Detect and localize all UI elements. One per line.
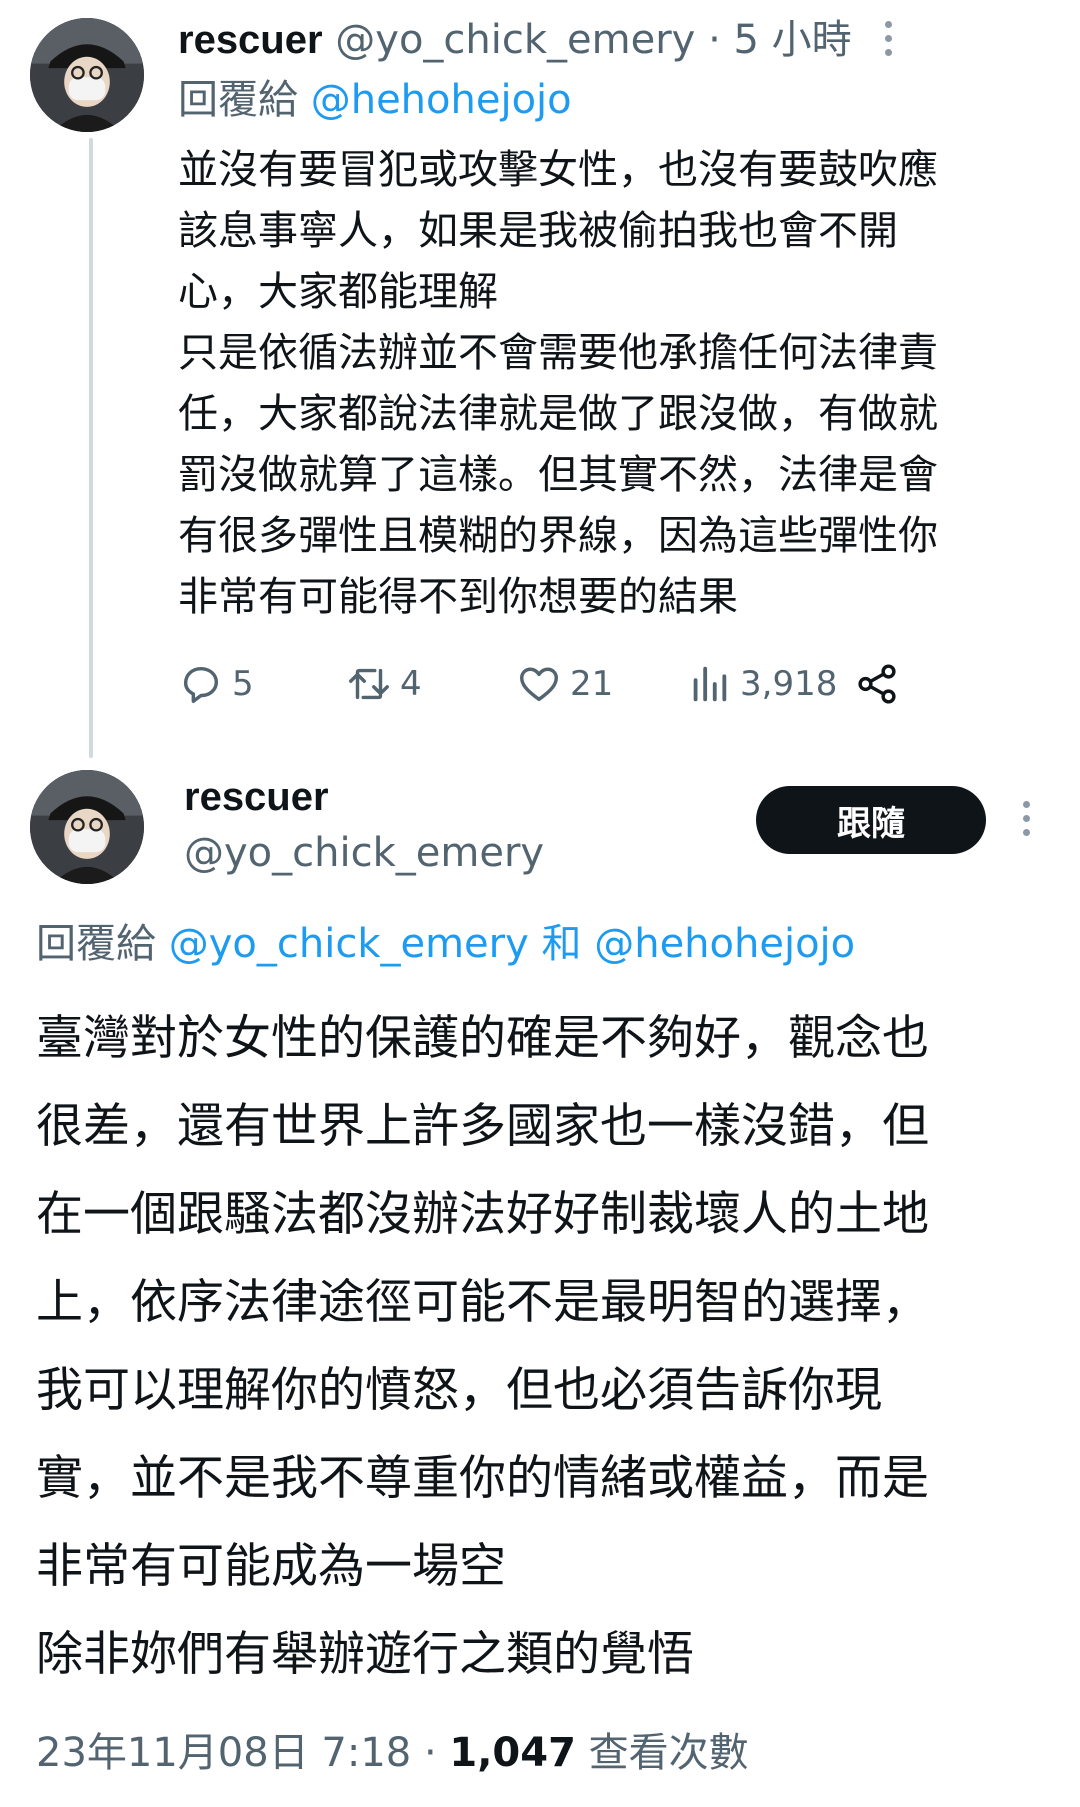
like-button[interactable]: 21	[516, 656, 613, 712]
avatar[interactable]	[30, 770, 144, 884]
view-count: 1,047	[449, 1730, 576, 1776]
text-line: 臺灣對於女性的保護的確是不夠好，觀念也	[36, 1011, 929, 1066]
follow-button[interactable]: 跟隨	[756, 786, 986, 854]
views-icon	[693, 666, 727, 702]
text-line: 只是依循法辦並不會需要他承擔任何法律責	[178, 330, 938, 376]
views-button[interactable]: 3,918	[686, 656, 837, 712]
reply-mention[interactable]: @yo_chick_emery	[169, 921, 529, 967]
avatar-image	[30, 18, 144, 132]
more-icon[interactable]	[1006, 788, 1046, 848]
share-button[interactable]	[854, 656, 900, 712]
reply-count: 5	[232, 664, 254, 704]
avatar-image	[30, 770, 144, 884]
tweet-text: 並沒有要冒犯或攻擊女性，也沒有要鼓吹應 該息事寧人，如果是我被偷拍我也會不開 心…	[178, 140, 1038, 628]
text-line: 實，並不是我不尊重你的情緒或權益，而是	[36, 1451, 929, 1506]
text-line: 心，大家都能理解	[178, 269, 498, 315]
like-icon	[520, 667, 558, 702]
text-line: 我可以理解你的憤怒，但也必須告訴你現	[36, 1363, 882, 1418]
more-icon[interactable]	[868, 8, 908, 68]
display-name[interactable]: rescuer	[178, 18, 323, 62]
text-line: 非常有可能得不到你想要的結果	[178, 574, 738, 620]
tweet-metadata: 23年11月08日 7:18 · 1,047 查看次數	[36, 1725, 749, 1781]
tweet-header: rescuer @yo_chick_emery · 5 小時	[178, 12, 852, 68]
tweet-timestamp[interactable]: 23年11月08日 7:18	[36, 1730, 411, 1776]
reply-prefix: 回覆給	[178, 77, 298, 123]
retweet-icon	[349, 668, 389, 700]
view-label: 查看次數	[588, 1730, 749, 1776]
like-count: 21	[570, 664, 614, 704]
avatar[interactable]	[30, 18, 144, 132]
reply-context: 回覆給 @hehohejojo	[178, 72, 572, 128]
text-line: 該息事寧人，如果是我被偷拍我也會不開	[178, 208, 898, 254]
thread-connector-line	[89, 138, 93, 758]
text-line: 罰沒做就算了這樣。但其實不然，法律是會	[178, 452, 938, 498]
text-line: 有很多彈性且模糊的界線，因為這些彈性你	[178, 513, 938, 559]
reply-icon	[183, 666, 219, 703]
display-name[interactable]: rescuer	[184, 775, 329, 819]
tweet-time[interactable]: 5 小時	[734, 17, 852, 63]
reply-conjunction: 和	[541, 921, 582, 967]
tweet-text: 臺灣對於女性的保護的確是不夠好，觀念也 很差，還有世界上許多國家也一樣沒錯，但 …	[36, 995, 1056, 1699]
tweet-actions: 5 4 21 3,918	[178, 656, 1028, 712]
retweet-button[interactable]: 4	[346, 656, 422, 712]
reply-context: 回覆給 @yo_chick_emery 和 @hehohejojo	[36, 916, 855, 972]
reply-mention[interactable]: @hehohejojo	[311, 77, 572, 123]
text-line: 非常有可能成為一場空	[36, 1539, 506, 1594]
user-handle-row: @yo_chick_emery	[184, 826, 544, 880]
text-line: 除非妳們有舉辦遊行之類的覺悟	[36, 1627, 694, 1682]
share-icon	[858, 664, 896, 704]
separator-dot: ·	[423, 1730, 437, 1776]
text-line: 在一個跟騷法都沒辦法好好制裁壞人的土地	[36, 1187, 929, 1242]
text-line: 並沒有要冒犯或攻擊女性，也沒有要鼓吹應	[178, 147, 938, 193]
display-name-row: rescuer	[184, 770, 329, 824]
view-count: 3,918	[740, 664, 838, 704]
separator-dot: ·	[708, 17, 721, 63]
retweet-count: 4	[400, 664, 422, 704]
text-line: 上，依序法律途徑可能不是最明智的選擇，	[36, 1275, 929, 1330]
reply-prefix: 回覆給	[36, 921, 156, 967]
user-handle[interactable]: @yo_chick_emery	[184, 830, 544, 876]
text-line: 任，大家都說法律就是做了跟沒做，有做就	[178, 391, 938, 437]
user-handle[interactable]: @yo_chick_emery	[335, 17, 695, 63]
reply-mention[interactable]: @hehohejojo	[594, 921, 855, 967]
reply-button[interactable]: 5	[178, 656, 254, 712]
text-line: 很差，還有世界上許多國家也一樣沒錯，但	[36, 1099, 929, 1154]
